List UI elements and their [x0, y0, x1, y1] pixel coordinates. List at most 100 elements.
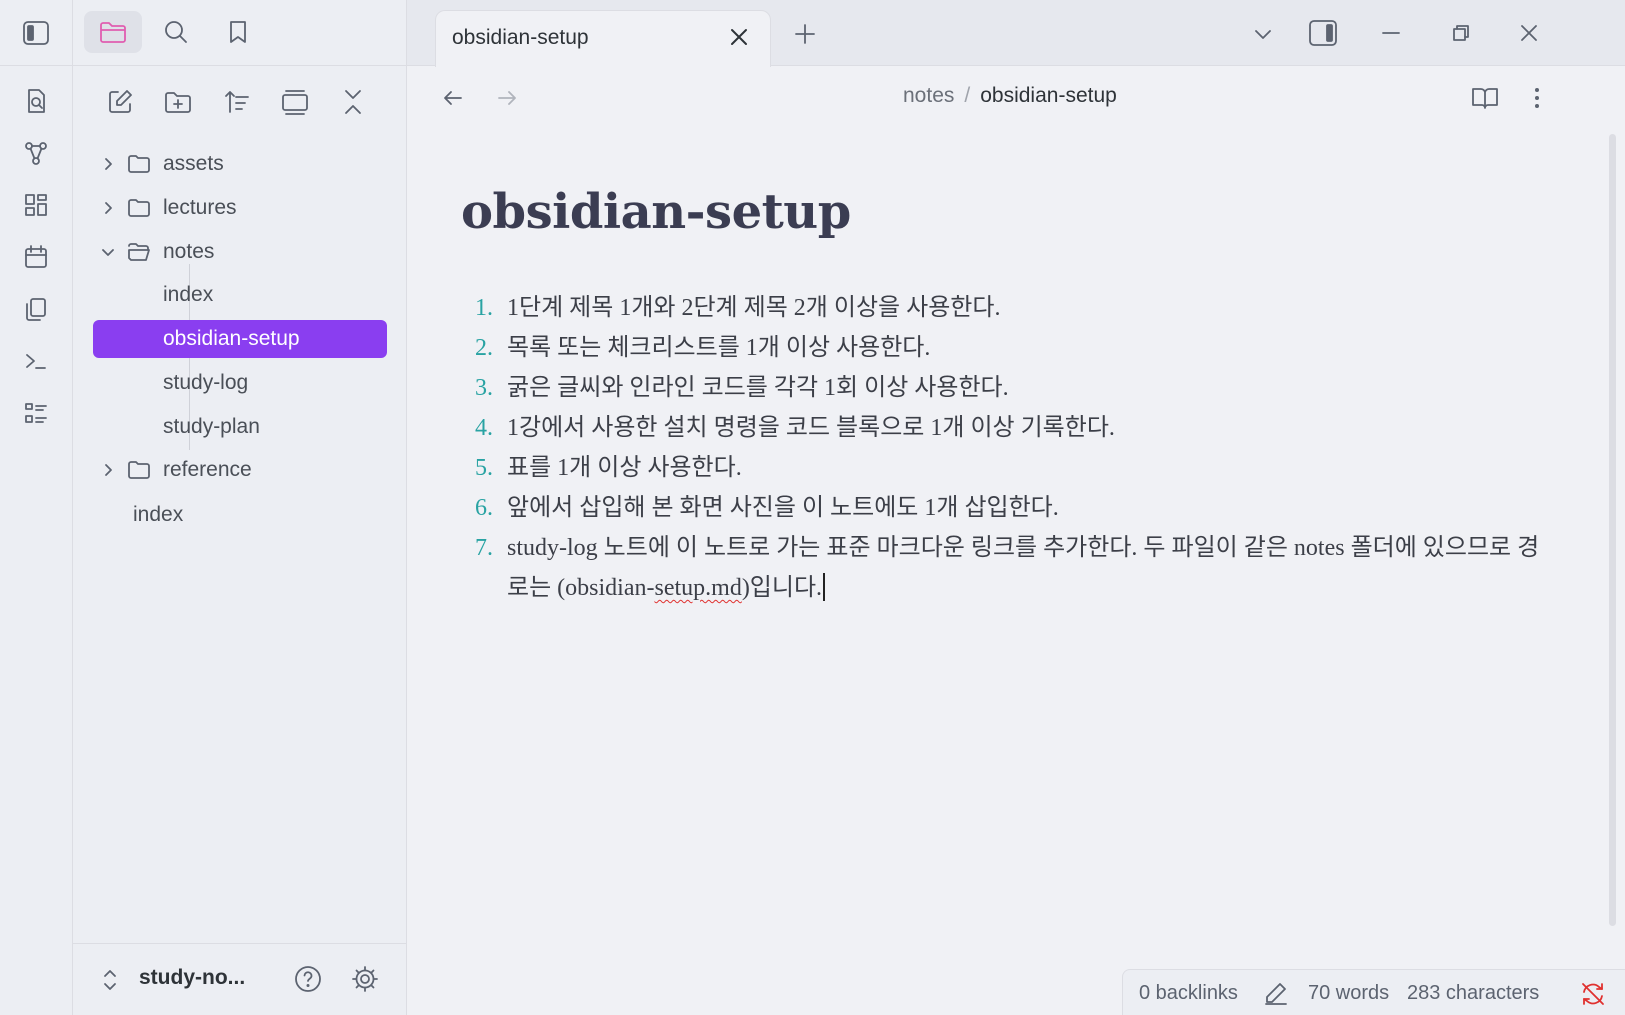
numbered-list[interactable]: 1. 1단계 제목 1개와 2단계 제목 2개 이상을 사용한다. 2. 목록 또는…	[461, 288, 1561, 608]
new-note-icon[interactable]	[102, 84, 138, 120]
list-item[interactable]: 4. 1강에서 사용한 설치 명령을 코드 블록으로 1개 이상 기록한다.	[461, 408, 1561, 448]
folder-icon	[98, 17, 128, 47]
tree-folder-notes[interactable]: notes	[97, 233, 214, 271]
minimize-icon[interactable]	[1373, 15, 1409, 51]
sidebar-tab-bar	[73, 0, 407, 66]
help-icon[interactable]	[293, 964, 323, 994]
chevron-down-icon	[97, 245, 119, 259]
tree-file-study-log[interactable]: study-log	[163, 364, 248, 402]
list-item[interactable]: 1. 1단계 제목 1개와 2단계 제목 2개 이상을 사용한다.	[461, 288, 1561, 328]
tree-label: obsidian-setup	[163, 327, 300, 350]
vault-switch-icon[interactable]	[101, 968, 119, 992]
chevron-right-icon	[97, 463, 119, 477]
list-number: 2.	[475, 335, 493, 361]
tab-obsidian-setup[interactable]: obsidian-setup	[435, 10, 771, 67]
word-count: 70 words	[1308, 982, 1390, 1004]
right-sidebar-icon[interactable]	[1305, 15, 1341, 51]
command-palette-icon[interactable]	[18, 395, 54, 431]
sort-icon[interactable]	[219, 84, 255, 120]
new-folder-icon[interactable]	[160, 84, 196, 120]
chevron-right-icon	[97, 157, 119, 171]
restore-icon[interactable]	[1443, 15, 1479, 51]
sync-off-icon[interactable]	[1579, 980, 1607, 1008]
vault-name[interactable]: study-no...	[139, 966, 245, 990]
tree-label: notes	[163, 240, 215, 263]
collapse-view-icon[interactable]	[277, 84, 313, 120]
breadcrumb-separator: /	[964, 84, 971, 107]
collapse-all-icon[interactable]	[335, 84, 371, 120]
arrow-left-icon[interactable]	[435, 80, 471, 116]
quick-switcher-icon[interactable]	[18, 83, 54, 119]
status-bar: 0 backlinks 70 words 283 characters	[1122, 969, 1625, 1015]
list-item[interactable]: 6. 앞에서 삽입해 본 화면 사진을 이 노트에도 1개 삽입한다.	[461, 488, 1561, 528]
list-item-text: 앞에서 삽입해 본 화면 사진을 이 노트에도 1개 삽입한다.	[507, 495, 1059, 521]
editor-scrollbar[interactable]	[1609, 134, 1616, 926]
tree-label: reference	[163, 458, 252, 481]
list-item-text: 1단계 제목 1개와 2단계 제목 2개 이상을 사용한다.	[507, 295, 1001, 321]
graph-icon[interactable]	[18, 135, 54, 171]
spellcheck-word: setup.md	[654, 575, 742, 601]
list-number: 6.	[475, 495, 493, 521]
list-number: 4.	[475, 415, 493, 441]
tree-label: index	[163, 283, 214, 306]
character-count: 283 characters	[1407, 982, 1540, 1004]
search-icon	[162, 18, 190, 46]
tree-label: lectures	[163, 196, 237, 219]
list-item[interactable]: 7. study-log 노트에 이 노트로 가는 표준 마크다운 링크를 추가한…	[461, 528, 1561, 608]
tree-label: assets	[163, 152, 224, 175]
vault-switcher-bar: study-no...	[73, 943, 407, 1015]
note-title[interactable]: obsidian-setup	[461, 184, 851, 240]
more-options-icon[interactable]	[1519, 80, 1555, 116]
list-item-text: 1강에서 사용한 설치 명령을 코드 블록으로 1개 이상 기록한다.	[507, 415, 1115, 441]
list-number: 1.	[475, 295, 493, 321]
list-item[interactable]: 3. 굵은 글씨와 인라인 코드를 각각 1회 이상 사용한다.	[461, 368, 1561, 408]
tree-folder-assets[interactable]: assets	[97, 145, 224, 183]
tree-file-obsidian-setup[interactable]: obsidian-setup	[93, 320, 387, 358]
chevron-down-icon[interactable]	[1245, 16, 1281, 52]
list-number: 5.	[475, 455, 493, 481]
editor[interactable]: obsidian-setup 1. 1단계 제목 1개와 2단계 제목 2개 이상…	[407, 130, 1597, 960]
search-tab[interactable]	[147, 11, 205, 53]
tab-bar: obsidian-setup	[407, 0, 1625, 67]
pencil-icon[interactable]	[1263, 980, 1289, 1006]
bookmarks-tab[interactable]	[209, 11, 267, 53]
tree-label: index	[133, 503, 184, 526]
templates-icon[interactable]	[18, 291, 54, 327]
breadcrumb-current[interactable]: obsidian-setup	[980, 84, 1117, 108]
sidebar-toggle-icon[interactable]	[18, 15, 54, 51]
tree-file-index[interactable]: index	[163, 276, 223, 314]
tree-file-index-root[interactable]: index	[133, 496, 183, 534]
file-explorer-sidebar: assets lectures notes index obsidian-set…	[73, 0, 407, 1015]
tree-folder-reference[interactable]: reference	[97, 451, 252, 489]
close-icon[interactable]	[726, 24, 752, 50]
list-item[interactable]: 2. 목록 또는 체크리스트를 1개 이상 사용한다.	[461, 328, 1561, 368]
list-number: 7.	[475, 535, 493, 561]
tree-folder-lectures[interactable]: lectures	[97, 189, 237, 227]
list-item-text: 굵은 글씨와 인라인 코드를 각각 1회 이상 사용한다.	[507, 375, 1009, 401]
breadcrumb: notes / obsidian-setup	[903, 84, 1117, 108]
tree-label: study-plan	[163, 415, 260, 438]
folder-icon	[127, 153, 151, 175]
terminal-icon[interactable]	[18, 343, 54, 379]
breadcrumb-parent[interactable]: notes	[903, 84, 954, 108]
settings-icon[interactable]	[350, 964, 380, 994]
list-item-text: 목록 또는 체크리스트를 1개 이상 사용한다.	[507, 335, 931, 361]
folder-open-icon	[127, 241, 151, 263]
folder-icon	[127, 197, 151, 219]
tree-file-study-plan[interactable]: study-plan	[163, 408, 260, 446]
reading-view-icon[interactable]	[1467, 80, 1503, 116]
plus-icon[interactable]	[787, 16, 823, 52]
window-close-icon[interactable]	[1511, 15, 1547, 51]
list-item[interactable]: 5. 표를 1개 이상 사용한다.	[461, 448, 1561, 488]
backlinks-count[interactable]: 0 backlinks	[1139, 982, 1238, 1005]
list-item-text: 표를 1개 이상 사용한다.	[507, 455, 742, 481]
tab-title: obsidian-setup	[452, 26, 589, 49]
canvas-icon[interactable]	[18, 187, 54, 223]
files-tab[interactable]	[84, 11, 142, 53]
calendar-icon[interactable]	[18, 239, 54, 275]
folder-icon	[127, 459, 151, 481]
ribbon-header	[0, 0, 73, 66]
list-number: 3.	[475, 375, 493, 401]
arrow-right-icon[interactable]	[489, 80, 525, 116]
bookmark-icon	[224, 18, 252, 46]
